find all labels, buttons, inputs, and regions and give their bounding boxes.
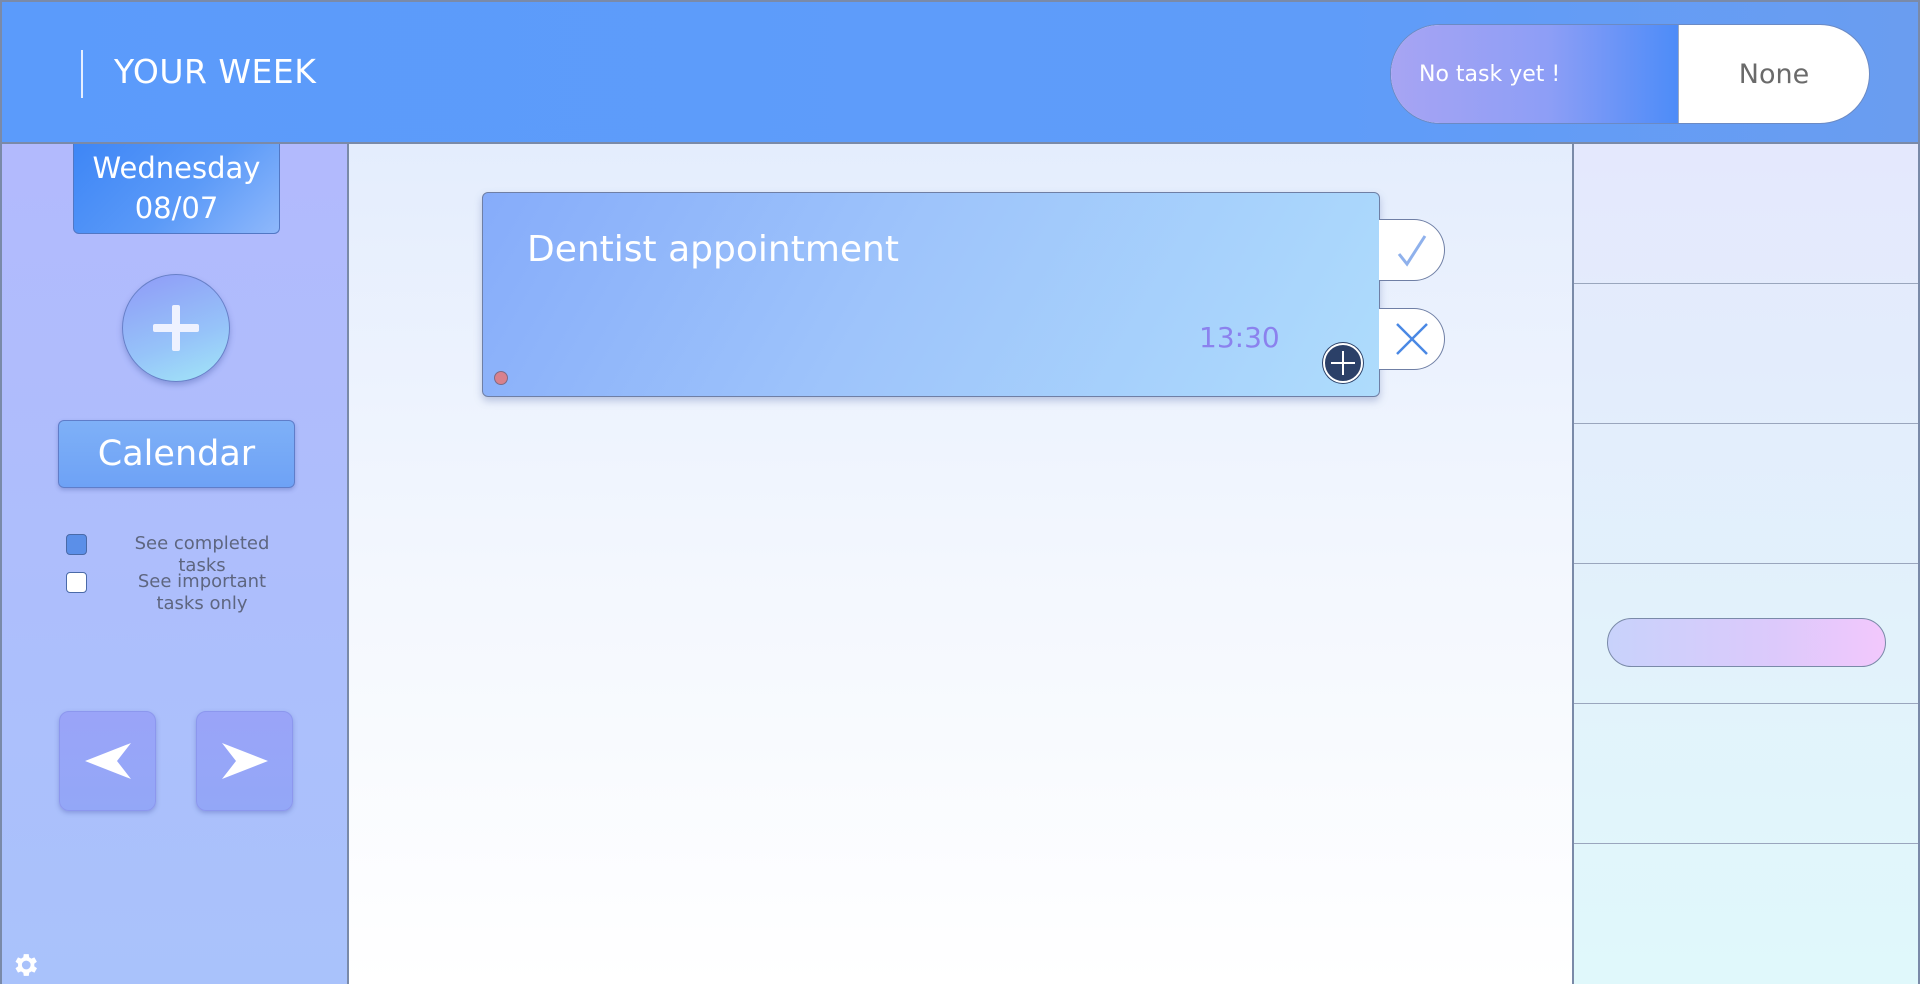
previous-day-button[interactable]	[59, 711, 156, 811]
complete-task-button[interactable]	[1379, 219, 1445, 281]
plus-circle-icon-bar	[1331, 362, 1355, 364]
importance-dot	[494, 371, 508, 385]
current-date-box: Wednesday 08/07	[73, 144, 280, 234]
top-bar: YOUR WEEK No task yet ! None	[0, 0, 1920, 144]
check-icon	[1397, 235, 1426, 267]
day-name: Wednesday	[92, 151, 261, 185]
next-day-button[interactable]	[196, 711, 293, 811]
add-task-button[interactable]	[122, 274, 230, 382]
title-divider	[81, 50, 83, 98]
page-title: YOUR WEEK	[114, 52, 317, 91]
day-slot[interactable]	[1574, 144, 1918, 284]
task-name: Dentist appointment	[527, 229, 899, 270]
day-slot[interactable]	[1574, 284, 1918, 424]
filter-important-checkbox[interactable]	[66, 572, 87, 593]
next-task-value: None	[1678, 25, 1869, 123]
filter-important-label: See important tasks only	[137, 571, 267, 614]
day-date: 08/07	[134, 191, 219, 225]
filter-completed-checkbox[interactable]	[66, 534, 87, 555]
gear-icon	[15, 954, 37, 976]
task-list-area: Dentist appointment 13:30	[349, 144, 1572, 984]
task-card[interactable]: Dentist appointment 13:30	[482, 192, 1380, 397]
close-icon	[1395, 323, 1428, 355]
current-day-indicator	[1607, 618, 1886, 667]
task-details-button[interactable]	[1323, 343, 1363, 383]
next-task-label: No task yet !	[1391, 25, 1678, 123]
delete-task-button[interactable]	[1379, 308, 1445, 370]
settings-button[interactable]	[10, 950, 40, 980]
filter-important-row: See important tasks only	[66, 571, 292, 615]
calendar-button[interactable]: Calendar	[58, 420, 295, 488]
next-task-indicator: No task yet ! None	[1390, 24, 1870, 124]
week-overview-panel	[1572, 144, 1920, 984]
day-slot[interactable]	[1574, 704, 1918, 844]
day-slot[interactable]	[1574, 424, 1918, 564]
plus-icon-bar	[153, 324, 199, 332]
arrow-right-icon	[221, 743, 268, 779]
task-time: 13:30	[1199, 321, 1280, 354]
sidebar: Wednesday 08/07 Calendar See completed t…	[0, 144, 349, 984]
arrow-left-icon	[84, 743, 131, 779]
